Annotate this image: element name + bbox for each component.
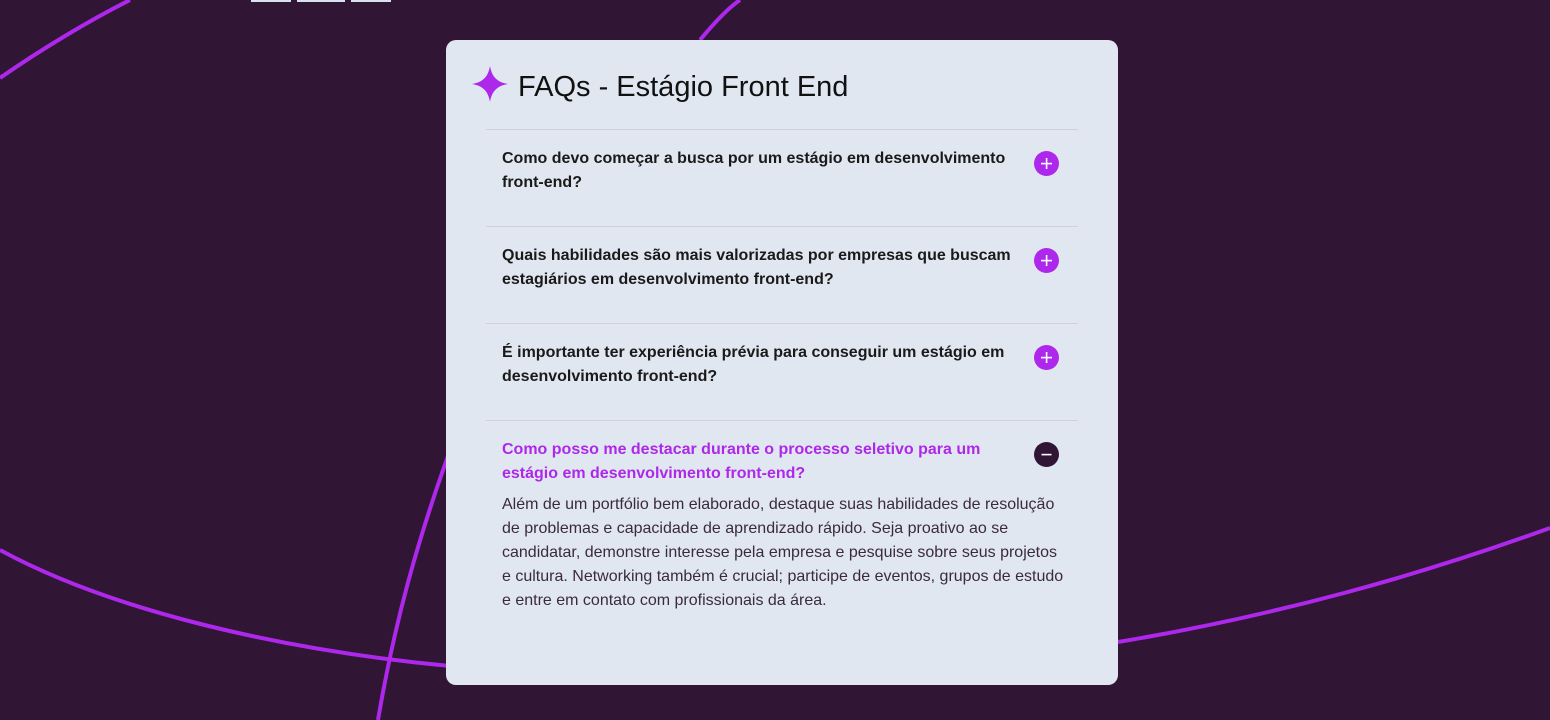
- plus-icon[interactable]: [1034, 151, 1059, 176]
- faq-card: FAQs - Estágio Front End Como devo começ…: [446, 40, 1118, 685]
- faq-question[interactable]: Como posso me destacar durante o process…: [502, 438, 1014, 486]
- plus-icon[interactable]: [1034, 345, 1059, 370]
- faq-item[interactable]: É importante ter experiência prévia para…: [486, 323, 1078, 420]
- plus-icon[interactable]: [1034, 248, 1059, 273]
- star-icon: [472, 66, 508, 107]
- faq-item[interactable]: Como posso me destacar durante o process…: [486, 420, 1078, 609]
- top-tab[interactable]: [297, 0, 345, 2]
- faq-question[interactable]: Quais habilidades são mais valorizadas p…: [502, 244, 1014, 292]
- faq-answer: Além de um portfólio bem elaborado, dest…: [502, 496, 1064, 609]
- faq-question[interactable]: É importante ter experiência prévia para…: [502, 341, 1014, 389]
- faq-item[interactable]: Quais habilidades são mais valorizadas p…: [486, 226, 1078, 323]
- top-tab-strip: [251, 0, 391, 2]
- faq-item[interactable]: Como devo começar a busca por um estágio…: [486, 129, 1078, 226]
- top-tab[interactable]: [351, 0, 391, 2]
- card-header: FAQs - Estágio Front End: [472, 66, 848, 107]
- faq-list: Como devo começar a busca por um estágio…: [486, 129, 1078, 609]
- page-title: FAQs - Estágio Front End: [518, 70, 849, 103]
- minus-icon[interactable]: [1034, 442, 1059, 467]
- page-background: FAQs - Estágio Front End Como devo começ…: [0, 0, 1550, 720]
- top-tab[interactable]: [251, 0, 291, 2]
- faq-question[interactable]: Como devo começar a busca por um estágio…: [502, 147, 1014, 195]
